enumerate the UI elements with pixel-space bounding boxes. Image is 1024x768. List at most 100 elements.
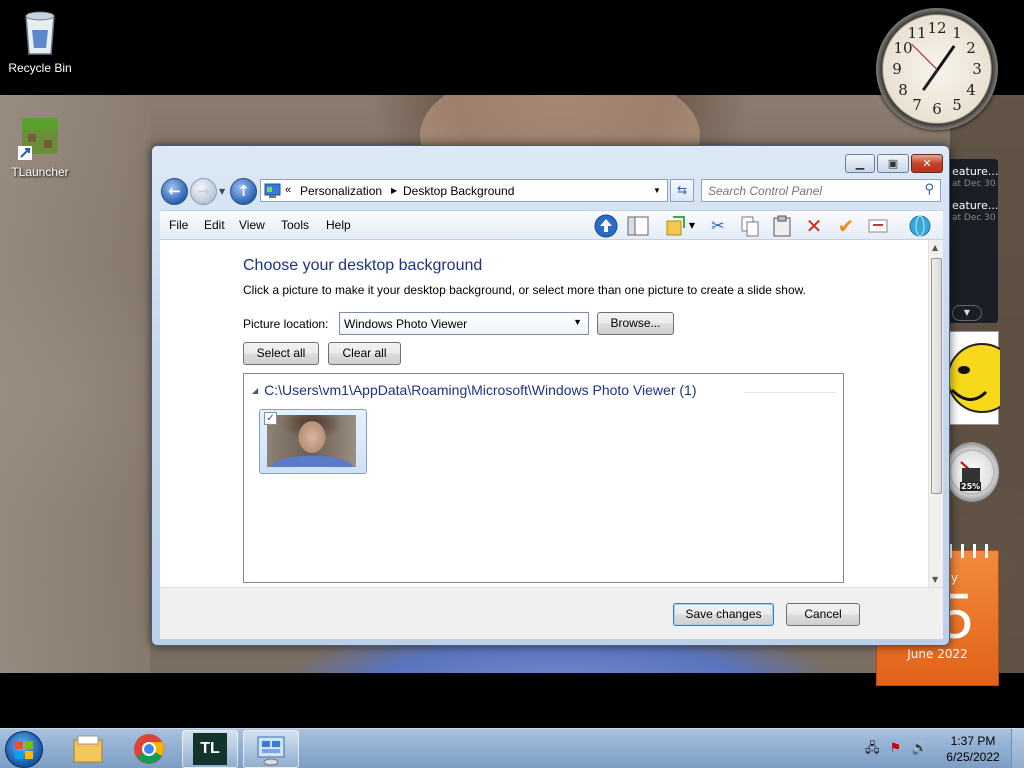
picture-location-value: Windows Photo Viewer	[344, 317, 468, 331]
recycle-bin-icon	[25, 11, 55, 55]
scroll-up-arrow[interactable]: ▲	[932, 243, 938, 252]
properties-icon[interactable]	[866, 214, 890, 238]
windows-logo-icon	[15, 741, 33, 759]
taskbar-explorer-button[interactable]	[60, 730, 116, 768]
smiley-face-icon	[947, 343, 1017, 413]
toolbar-up-icon[interactable]	[594, 214, 618, 238]
content-pane: Choose your desktop background Click a p…	[160, 240, 943, 587]
control-panel-window[interactable]: ▁ ▣ ✕ ← → ▼ ↑ « Personalization ▶ Deskto…	[151, 145, 950, 646]
volume-icon[interactable]: 🔊	[911, 741, 927, 756]
feed-item-title: eature...	[952, 199, 999, 212]
select-all-button[interactable]: Select all	[243, 342, 319, 365]
meter-value: 25%	[960, 482, 982, 491]
menu-file[interactable]: File	[169, 218, 188, 232]
clock-number: 3	[972, 60, 982, 78]
globe-icon[interactable]	[908, 214, 932, 238]
feed-scroll-down-button[interactable]: ▼	[952, 305, 982, 321]
menu-bar: File Edit View Tools Help ▼ ✂ ✕ ✔	[160, 210, 943, 240]
breadcrumb-separator: ▶	[391, 186, 398, 195]
cancel-button[interactable]: Cancel	[786, 603, 860, 626]
browse-button[interactable]: Browse...	[597, 312, 674, 335]
picture-location-label: Picture location:	[243, 317, 329, 331]
taskbar-control-panel-button[interactable]	[243, 730, 299, 768]
forward-button[interactable]: →	[190, 178, 217, 205]
save-changes-button[interactable]: Save changes	[673, 603, 774, 626]
group-divider	[744, 392, 836, 393]
picture-puzzle-gadget[interactable]	[945, 331, 1017, 425]
desktop-icon-tlauncher[interactable]: TLauncher	[0, 116, 80, 179]
vertical-scrollbar[interactable]: ▲ ▼	[928, 240, 943, 587]
taskbar-time: 1:37 PM	[950, 734, 996, 748]
checkmark-icon[interactable]: ✔	[834, 214, 858, 238]
calendar-month: June 2022	[907, 647, 968, 661]
breadcrumb-personalization[interactable]: Personalization	[300, 184, 382, 198]
clock-number: 8	[898, 81, 908, 99]
desktop-icon-recycle-bin[interactable]: Recycle Bin	[0, 8, 80, 75]
left-pane	[160, 240, 244, 587]
clock-second-hand	[911, 43, 938, 70]
search-box[interactable]: ⚲	[701, 179, 941, 202]
clear-all-button[interactable]: Clear all	[328, 342, 401, 365]
feed-item-date: at Dec 30	[952, 179, 996, 189]
up-button[interactable]: ↑	[230, 178, 257, 205]
chevron-down-icon: ▼	[573, 317, 582, 327]
scrollbar-thumb[interactable]	[931, 258, 942, 494]
taskbar: TL 🖧 ⚑ 🔊 1:37 PM 6/25/2022	[0, 728, 1024, 768]
menu-tools[interactable]: Tools	[281, 218, 309, 232]
clock-hour-hand	[922, 69, 939, 92]
toolbar-dropdown-arrow[interactable]: ▼	[686, 214, 698, 238]
network-icon[interactable]: 🖧	[865, 741, 880, 756]
picture-location-select[interactable]: Windows Photo Viewer ▼	[339, 312, 589, 335]
collapse-triangle-icon[interactable]: ◢	[252, 386, 258, 395]
menu-edit[interactable]: Edit	[204, 218, 225, 232]
cpu-meter-gadget[interactable]: 25%	[945, 442, 999, 502]
show-desktop-button[interactable]	[1011, 729, 1024, 768]
back-button[interactable]: ←	[161, 178, 188, 205]
clock-number: 6	[932, 100, 942, 118]
address-dropdown-arrow[interactable]: ▼	[653, 186, 661, 195]
wallpaper-rock-left	[0, 95, 150, 673]
toolbar-panes-icon[interactable]	[626, 214, 650, 238]
refresh-button[interactable]: ⇆	[670, 179, 694, 202]
windows-explorer-icon	[73, 735, 103, 763]
taskbar-chrome-button[interactable]	[121, 730, 177, 768]
taskbar-clock[interactable]: 1:37 PM 6/25/2022	[938, 733, 1008, 765]
scroll-down-arrow[interactable]: ▼	[932, 575, 938, 584]
feed-item[interactable]: eature... at Dec 30	[946, 197, 998, 227]
search-input[interactable]	[708, 180, 918, 201]
paste-icon[interactable]	[770, 214, 794, 238]
address-bar[interactable]: « Personalization ▶ Desktop Background ▼	[260, 179, 668, 202]
breadcrumb-desktop-background[interactable]: Desktop Background	[403, 184, 514, 198]
delete-icon[interactable]: ✕	[802, 214, 826, 238]
taskbar-tlauncher-button[interactable]: TL	[182, 730, 238, 768]
group-title: C:\Users\vm1\AppData\Roaming\Microsoft\W…	[264, 382, 697, 398]
tlauncher-icon	[18, 118, 58, 160]
feed-item[interactable]: eature... at Dec 30	[946, 163, 998, 193]
breadcrumb-prefix: «	[285, 184, 292, 196]
close-button[interactable]: ✕	[911, 154, 943, 173]
minimize-button[interactable]: ▁	[845, 154, 875, 173]
picture-thumbnail[interactable]: ✓	[259, 409, 367, 474]
clock-gadget[interactable]: 12 1 2 3 4 5 6 7 8 9 10 11	[876, 8, 998, 130]
start-button[interactable]	[5, 731, 43, 768]
feed-headlines-gadget[interactable]: eature... at Dec 30 eature... at Dec 30 …	[945, 158, 999, 324]
cut-icon[interactable]: ✂	[706, 214, 730, 238]
maximize-button[interactable]: ▣	[877, 154, 909, 173]
dialog-footer: Save changes Cancel	[160, 587, 943, 639]
thumbnail-checkbox[interactable]: ✓	[264, 412, 277, 425]
chrome-icon	[134, 734, 164, 764]
gauge-icon	[949, 449, 995, 495]
recent-pages-dropdown[interactable]: ▼	[219, 187, 225, 196]
action-center-flag-icon[interactable]: ⚑	[890, 741, 902, 756]
clock-number: 9	[892, 60, 902, 78]
picture-list[interactable]: ◢ C:\Users\vm1\AppData\Roaming\Microsoft\…	[243, 373, 844, 583]
toolbar-folder-options-icon[interactable]	[664, 214, 688, 238]
menu-help[interactable]: Help	[326, 218, 351, 232]
group-header[interactable]: ◢ C:\Users\vm1\AppData\Roaming\Microsoft\…	[252, 382, 697, 398]
page-title: Choose your desktop background	[243, 257, 483, 274]
menu-view[interactable]: View	[239, 218, 265, 232]
copy-icon[interactable]	[738, 214, 762, 238]
feed-item-title: eature...	[952, 165, 999, 178]
search-icon[interactable]: ⚲	[924, 182, 934, 197]
desktop-icon-label: Recycle Bin	[8, 61, 72, 75]
